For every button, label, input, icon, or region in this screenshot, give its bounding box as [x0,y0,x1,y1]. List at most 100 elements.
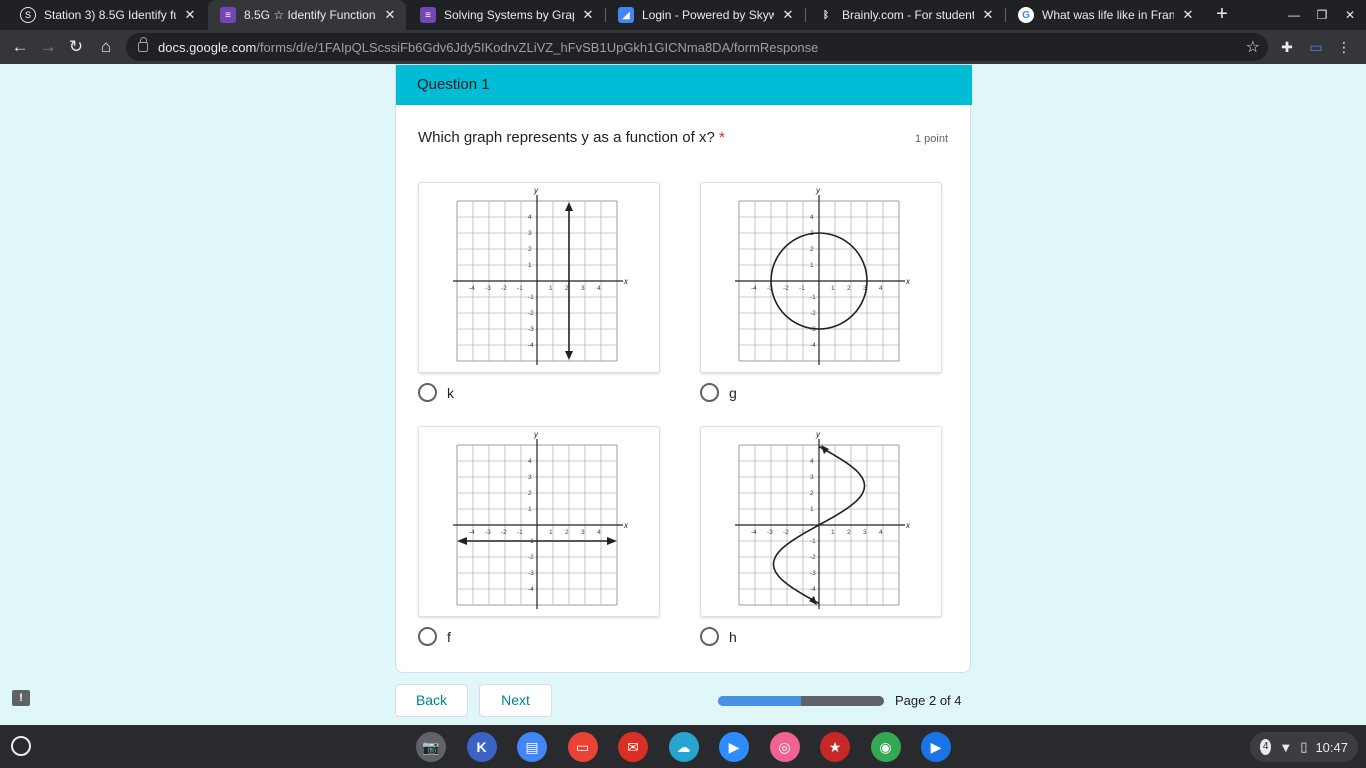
y-tick-label: 3 [810,474,814,481]
notification-count: 4 [1260,739,1272,755]
docs-icon[interactable]: ▤ [517,732,547,762]
x-tick-label: 2 [565,529,569,536]
option-f-radio[interactable] [418,627,437,646]
x-tick-label: 1 [549,285,553,292]
y-tick-label: 3 [528,230,532,237]
clock: 10:47 [1315,739,1348,755]
y-tick-label: -2 [528,310,534,317]
slides-icon[interactable]: ▭ [567,732,598,762]
tab-solving-systems[interactable]: ≡ Solving Systems by Graphing ✕ [408,0,604,30]
address-bar[interactable]: docs.google.com/forms/d/e/1FAIpQLScssiFb… [126,33,1268,61]
home-icon[interactable]: ⌂ [94,35,118,59]
page-indicator: Page 2 of 4 [895,693,962,708]
restore-icon[interactable]: ❐ [1312,5,1332,25]
y-axis-label: y [815,430,821,439]
url-host: docs.google.com [158,39,257,55]
extensions-puzzle-icon[interactable]: ✚ [1277,37,1297,57]
pink-app-icon[interactable]: ◎ [769,732,800,762]
x-tick-label: 4 [879,285,883,292]
question-label: Which graph represents y as a function o… [418,129,715,146]
y-tick-label: -1 [528,294,534,301]
option-f-graph-image: x y -4 -4 -3 -3 -2 -2 -1 -1 1 1 2 2 3 3 4 4 [418,426,660,617]
tab-identify-functions[interactable]: ≡ 8.5G ☆ Identify Functions fro ✕ [208,0,406,30]
texas-flag-icon[interactable]: ★ [820,732,850,762]
close-tab-icon[interactable]: ✕ [780,7,796,23]
y-tick-label: -3 [528,326,534,333]
browser-toolbar: ← → ↻ ⌂ docs.google.com/forms/d/e/1FAIpQ… [0,30,1366,64]
email-icon[interactable]: ✉ [618,732,648,762]
option-h-graph-image: x y -4 -4 -3 -3 -2 -2 -1 -1 1 1 2 2 3 3 4 4 [700,426,942,617]
y-axis-label: y [533,430,539,439]
status-tray[interactable]: 4 ▼ ▯ 10:47 [1250,732,1358,762]
forward-arrow-icon[interactable]: → [36,35,60,59]
x-tick-label: -4 [751,285,757,292]
close-tab-icon[interactable]: ✕ [182,7,198,23]
kami-icon[interactable]: K [466,732,497,762]
minimize-icon[interactable]: — [1284,5,1304,25]
arrowhead [607,537,617,545]
close-tab-icon[interactable]: ✕ [980,7,996,23]
option-g-radio[interactable] [700,383,719,402]
url-path: /forms/d/e/1FAIpQLScssiFb6Gdv6Jdy5IKodrv… [256,39,819,55]
y-tick-label: 2 [528,246,532,253]
y-tick-label: 1 [810,506,814,513]
x-tick-label: 4 [879,529,883,536]
x-tick-label: -3 [767,529,773,536]
x-tick-label: -2 [501,529,507,536]
arrowhead [809,596,817,605]
x-tick-label: 2 [847,285,851,292]
next-button[interactable]: Next [479,684,552,717]
feedback-icon[interactable]: ! [12,690,30,706]
page-content: Question 1 Which graph represents y as a… [0,64,1366,725]
option-g-label: g [729,385,737,401]
close-tab-icon[interactable]: ✕ [1180,7,1196,23]
cast-icon[interactable]: ▭ [1306,37,1326,57]
menu-dots-icon[interactable]: ⋮ [1334,37,1354,57]
tab-skyward-login[interactable]: ◢ Login - Powered by Skyward ✕ [606,0,804,30]
tab-station-3[interactable]: S Station 3) 8.5G Identify funct ✕ [8,0,206,30]
close-tab-icon[interactable]: ✕ [382,7,398,23]
back-button[interactable]: Back [395,684,468,717]
y-axis-label: y [815,186,821,195]
y-tick-label: 1 [528,506,532,513]
bookmark-star-icon[interactable]: ☆ [1246,37,1260,57]
option-g-graph-image: x y -4 -4 -3 -3 -2 -2 -1 -1 1 1 2 2 3 3 4 4 [700,182,942,373]
new-tab-button[interactable]: + [1210,3,1234,27]
tab-title: Solving Systems by Graphing [444,8,574,22]
tab-title: What was life like in France a [1042,8,1174,22]
arrowhead [821,445,829,454]
close-tab-icon[interactable]: ✕ [580,7,596,23]
x-axis-label: x [905,521,911,530]
cloud-app-icon[interactable]: ☁ [668,732,699,762]
x-tick-label: -4 [469,529,475,536]
x-tick-label: -3 [485,529,491,536]
close-window-icon[interactable]: ✕ [1340,5,1360,25]
zoom-icon[interactable]: ▶ [719,732,749,762]
y-axis-label: y [533,186,539,195]
x-tick-label: -4 [751,529,757,536]
y-tick-label: -4 [810,342,816,349]
tab-google-search[interactable]: G What was life like in France a ✕ [1006,0,1204,30]
x-tick-label: 1 [831,529,835,536]
camera-icon[interactable]: 📷 [416,732,446,762]
reload-icon[interactable]: ↻ [64,35,88,59]
back-arrow-icon[interactable]: ← [8,35,32,59]
battery-icon: ▯ [1300,739,1308,754]
launcher-icon[interactable] [11,736,31,756]
tab-title: 8.5G ☆ Identify Functions fro [244,8,376,22]
y-tick-label: -2 [810,554,816,561]
arrowhead [565,202,573,211]
y-tick-label: -4 [528,342,534,349]
y-tick-label: 4 [810,458,814,465]
chrome-icon[interactable]: ◉ [870,732,901,762]
tab-brainly[interactable]: ᛒ Brainly.com - For students. By ✕ [806,0,1004,30]
x-axis-label: x [623,277,629,286]
option-k-radio[interactable] [418,383,437,402]
x-tick-label: -1 [799,285,805,292]
x-tick-label: -1 [517,285,523,292]
forms-icon: ≡ [420,7,436,23]
play-store-icon[interactable]: ▶ [921,732,951,762]
question-text: Which graph represents y as a function o… [418,129,725,146]
y-tick-label: 4 [528,458,532,465]
option-h-radio[interactable] [700,627,719,646]
